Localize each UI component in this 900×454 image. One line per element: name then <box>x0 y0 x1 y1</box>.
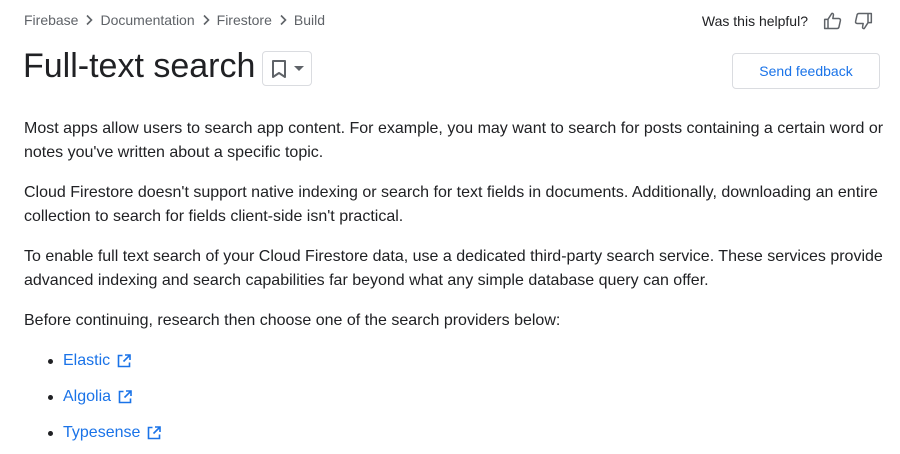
algolia-link[interactable]: Algolia <box>63 385 111 409</box>
elastic-link[interactable]: Elastic <box>63 349 110 373</box>
thumb-up-icon[interactable] <box>820 9 846 33</box>
list-item: Algolia <box>24 385 884 409</box>
paragraph: Before continuing, research then choose … <box>24 312 561 329</box>
external-link-icon[interactable] <box>116 353 132 369</box>
breadcrumb-firebase[interactable]: Firebase <box>24 12 78 28</box>
docs-page: Firebase Documentation Firestore Build W… <box>0 0 900 454</box>
chevron-right-icon <box>272 11 294 29</box>
list-item: Elastic <box>24 349 884 373</box>
chevron-right-icon <box>195 11 217 29</box>
helpful-widget: Was this helpful? <box>702 9 876 33</box>
bookmark-icon <box>270 59 288 79</box>
search-providers-list: Elastic Algolia Typesense <box>24 349 884 445</box>
send-feedback-button[interactable]: Send feedback <box>732 53 880 89</box>
external-link-icon[interactable] <box>146 425 162 441</box>
typesense-link[interactable]: Typesense <box>63 421 140 445</box>
bookmark-button[interactable] <box>262 51 312 86</box>
breadcrumb: Firebase Documentation Firestore Build <box>24 11 325 29</box>
page-title: Full-text search <box>23 47 256 85</box>
thumb-down-icon[interactable] <box>850 9 876 33</box>
chevron-right-icon <box>78 11 100 29</box>
paragraph: Most apps allow users to search app cont… <box>24 120 884 161</box>
breadcrumb-build[interactable]: Build <box>294 12 325 28</box>
breadcrumb-documentation[interactable]: Documentation <box>100 12 194 28</box>
article-body: Most apps allow users to search app cont… <box>24 117 884 454</box>
caret-down-icon <box>294 65 304 72</box>
helpful-label: Was this helpful? <box>701 13 808 29</box>
breadcrumb-firestore[interactable]: Firestore <box>217 12 272 28</box>
paragraph: Cloud Firestore doesn't support native i… <box>24 184 878 225</box>
list-item: Typesense <box>24 421 884 445</box>
paragraph: To enable full text search of your Cloud… <box>24 248 883 289</box>
external-link-icon[interactable] <box>117 389 133 405</box>
